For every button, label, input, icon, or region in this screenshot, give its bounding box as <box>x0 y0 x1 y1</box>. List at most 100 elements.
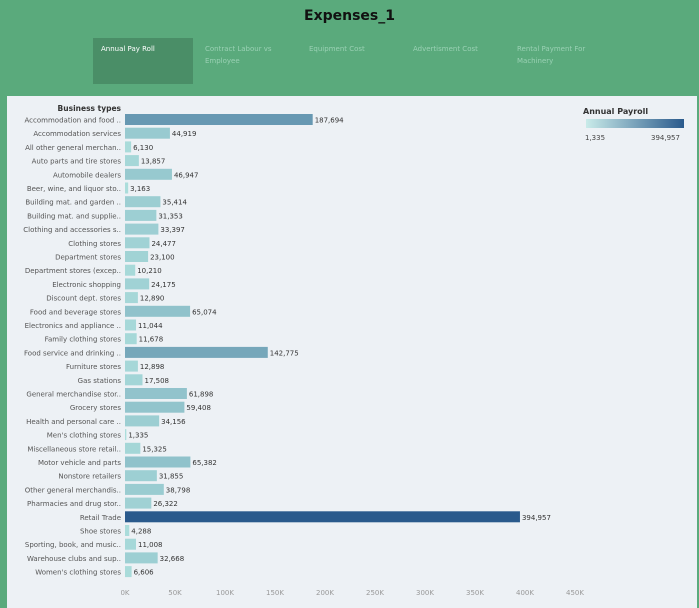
bar <box>125 264 136 276</box>
tab-label: Annual Pay Roll <box>101 45 155 53</box>
bar <box>125 292 138 304</box>
bar <box>125 251 149 262</box>
bar <box>125 182 129 194</box>
data-label: 31,353 <box>158 212 183 220</box>
data-label: 61,898 <box>189 391 214 399</box>
category-label: Gas stations <box>78 377 122 385</box>
category-label: Sporting, book, and music.. <box>25 541 121 549</box>
chart-panel: Business types Accommodation and food .. 1… <box>7 96 697 608</box>
bar <box>125 470 157 482</box>
category-label: Department stores <box>55 254 121 262</box>
category-label: Building mat. and garden .. <box>25 199 121 207</box>
data-label: 10,210 <box>137 267 162 275</box>
data-label: 44,919 <box>172 130 197 138</box>
data-label: 15,325 <box>142 445 167 453</box>
category-label: Auto parts and tire stores <box>32 158 122 166</box>
bar <box>125 456 191 468</box>
bar <box>125 155 139 167</box>
category-label: Pharmacies and drug stor.. <box>27 500 121 508</box>
bar <box>125 223 159 235</box>
data-label: 6,606 <box>134 569 155 577</box>
tab-label: Contract Labour vs Employee <box>205 45 272 65</box>
tab-equipment-cost[interactable]: Equipment Cost <box>301 38 401 84</box>
category-label: Department stores (excep.. <box>25 267 121 275</box>
data-label: 23,100 <box>150 254 175 262</box>
bar <box>125 374 143 386</box>
data-label: 24,175 <box>151 281 176 289</box>
data-label: 24,477 <box>151 240 176 248</box>
data-label: 12,898 <box>140 363 165 371</box>
data-label: 65,074 <box>192 308 217 316</box>
data-label: 187,694 <box>315 117 344 125</box>
data-label: 394,957 <box>522 514 551 522</box>
category-label: Warehouse clubs and sup.. <box>27 555 121 563</box>
data-label: 142,775 <box>270 349 299 357</box>
category-label: Building mat. and supplie.. <box>27 212 121 220</box>
data-label: 31,855 <box>159 473 184 481</box>
payroll-bar-chart: Business types Accommodation and food .. 1… <box>23 104 584 597</box>
legend-min-label: 1,335 <box>585 134 606 142</box>
category-label: All other general merchan.. <box>25 144 121 152</box>
data-label: 33,397 <box>160 226 185 234</box>
x-tick-label: 0K <box>120 589 129 597</box>
category-label: Miscellaneous store retail.. <box>27 445 121 453</box>
bar <box>125 333 137 345</box>
category-label: Women's clothing stores <box>35 569 121 577</box>
x-tick-label: 250K <box>366 589 384 597</box>
data-label: 11,008 <box>138 541 163 549</box>
category-label: Accommodation services <box>33 130 121 138</box>
data-label: 35,414 <box>162 199 187 207</box>
bar <box>125 566 132 578</box>
data-label: 11,044 <box>138 322 163 330</box>
bar <box>125 415 160 427</box>
category-label: Furniture stores <box>66 363 121 371</box>
tab-contract-labour[interactable]: Contract Labour vs Employee <box>197 38 297 84</box>
data-label: 46,947 <box>174 171 199 179</box>
data-label: 26,322 <box>153 500 178 508</box>
x-tick-label: 450K <box>566 589 584 597</box>
bar <box>125 319 137 331</box>
tab-advertisment-cost[interactable]: Advertisment Cost <box>405 38 505 84</box>
category-label: Grocery stores <box>70 404 122 412</box>
tab-label: Rental Payment For Machinery <box>517 45 586 65</box>
x-tick-label: 100K <box>216 589 234 597</box>
x-tick-label: 50K <box>168 589 182 597</box>
category-label: Electronics and appliance .. <box>25 322 121 330</box>
bar <box>125 168 172 180</box>
category-label: Clothing and accessories s.. <box>23 226 121 234</box>
tab-rental-payment[interactable]: Rental Payment For Machinery <box>509 38 609 84</box>
data-label: 11,678 <box>139 336 164 344</box>
tab-label: Advertisment Cost <box>413 45 478 53</box>
category-label: Health and personal care .. <box>26 418 121 426</box>
bar <box>125 141 132 153</box>
category-label: Accommodation and food .. <box>25 117 121 125</box>
data-label: 12,890 <box>140 295 165 303</box>
legend-color-ramp <box>586 119 684 128</box>
data-label: 1,335 <box>128 432 148 440</box>
bar <box>125 401 185 413</box>
category-label: Beer, wine, and liquor sto.. <box>27 185 121 193</box>
category-label: Discount dept. stores <box>46 295 121 303</box>
category-label: Nonstore retailers <box>58 473 121 481</box>
data-label: 38,798 <box>166 486 191 494</box>
bar <box>125 442 141 454</box>
category-label: Family clothing stores <box>45 336 122 344</box>
data-label: 3,163 <box>130 185 150 193</box>
tab-label: Equipment Cost <box>309 45 365 53</box>
bar <box>125 538 137 550</box>
bar <box>125 305 191 317</box>
bar <box>125 346 268 358</box>
category-label: Men's clothing stores <box>47 432 122 440</box>
legend-title: Annual Payroll <box>583 107 649 116</box>
bar <box>125 127 170 139</box>
data-label: 6,130 <box>133 144 153 152</box>
data-label: 4,288 <box>131 528 151 536</box>
bar <box>125 196 161 208</box>
bar <box>125 360 138 372</box>
category-label: Retail Trade <box>80 514 121 522</box>
y-axis-title: Business types <box>58 104 122 113</box>
bar <box>125 278 150 290</box>
data-label: 32,668 <box>160 555 185 563</box>
legend-max-label: 394,957 <box>651 134 680 142</box>
tab-annual-pay-roll[interactable]: Annual Pay Roll <box>93 38 193 84</box>
